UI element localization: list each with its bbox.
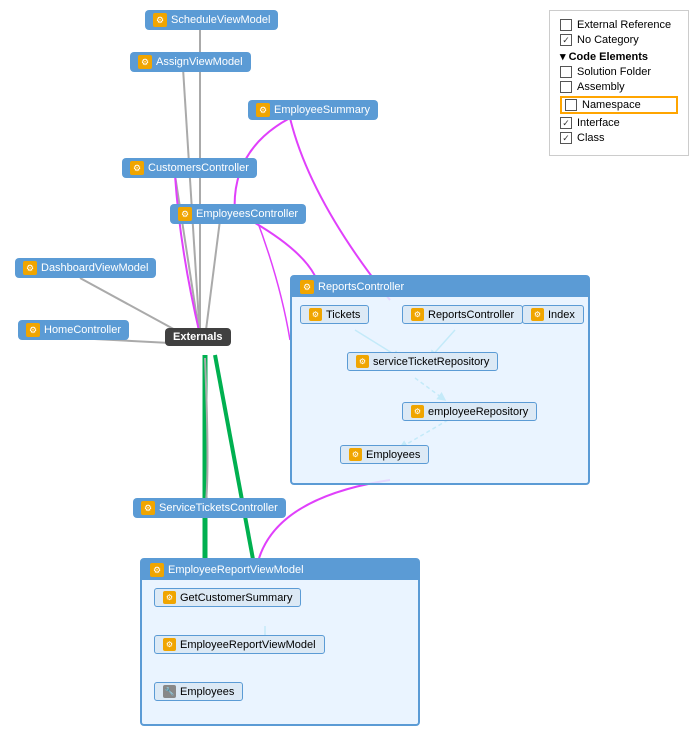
- dashboard-view-model-icon: ⚙: [23, 261, 37, 275]
- legend-no-category: ✓ No Category: [560, 34, 678, 46]
- reports-controller-title-icon: ⚙: [300, 280, 314, 294]
- assembly-label: Assembly: [577, 81, 625, 93]
- class-checkbox[interactable]: ✓: [560, 132, 572, 144]
- assign-view-model-icon: ⚙: [138, 55, 152, 69]
- no-category-checkbox[interactable]: ✓: [560, 34, 572, 46]
- reports-controller-inner-node: ⚙ ReportsController: [402, 305, 523, 324]
- service-ticket-repo-icon: ⚙: [356, 355, 369, 368]
- employee-report-view-model-title: ⚙ EmployeeReportViewModel: [142, 560, 418, 580]
- employees-bottom-node: 🔧 Employees: [154, 682, 243, 701]
- employee-report-view-model-inner-icon: ⚙: [163, 638, 176, 651]
- no-category-label: No Category: [577, 34, 639, 46]
- legend-assembly: Assembly: [560, 81, 678, 93]
- code-elements-title: ▾ Code Elements: [560, 50, 678, 63]
- legend-interface: ✓ Interface: [560, 117, 678, 129]
- employee-report-view-model-title-icon: ⚙: [150, 563, 164, 577]
- externals-node: Externals: [165, 328, 231, 346]
- service-tickets-controller-node: ⚙ ServiceTicketsController: [133, 498, 286, 518]
- reports-controller-content: ⚙ Tickets ⚙ ReportsController ⚙ Index ⚙ …: [292, 297, 588, 477]
- employees-bottom-icon: 🔧: [163, 685, 176, 698]
- legend-external-ref: External Reference: [560, 19, 678, 31]
- index-inner-node: ⚙ Index: [522, 305, 584, 324]
- solution-folder-checkbox[interactable]: [560, 66, 572, 78]
- namespace-label: Namespace: [582, 99, 641, 111]
- legend-namespace: Namespace: [560, 96, 678, 114]
- employees-inner-icon: ⚙: [349, 448, 362, 461]
- class-label: Class: [577, 132, 605, 144]
- employee-report-view-model-inner-node: ⚙ EmployeeReportViewModel: [154, 635, 325, 654]
- employee-repo-icon: ⚙: [411, 405, 424, 418]
- tickets-icon: ⚙: [309, 308, 322, 321]
- customers-controller-node: ⚙ CustomersController: [122, 158, 257, 178]
- legend-panel: External Reference ✓ No Category ▾ Code …: [549, 10, 689, 156]
- reports-controller-title: ⚙ ReportsController: [292, 277, 588, 297]
- external-ref-checkbox[interactable]: [560, 19, 572, 31]
- index-icon: ⚙: [531, 308, 544, 321]
- employees-controller-node: ⚙ EmployeesController: [170, 204, 306, 224]
- employee-summary-node: ⚙ EmployeeSummary: [248, 100, 378, 120]
- service-ticket-repository-node: ⚙ serviceTicketRepository: [347, 352, 498, 371]
- get-customer-summary-icon: ⚙: [163, 591, 176, 604]
- home-controller-node: ⚙ HomeController: [18, 320, 129, 340]
- employee-report-view-model-box: ⚙ EmployeeReportViewModel ⚙ GetCustomerS…: [140, 558, 420, 726]
- legend-solution-folder: Solution Folder: [560, 66, 678, 78]
- employee-report-view-model-content: ⚙ GetCustomerSummary ⚙ EmployeeReportVie…: [142, 580, 418, 718]
- employee-summary-icon: ⚙: [256, 103, 270, 117]
- dashboard-view-model-node: ⚙ DashboardViewModel: [15, 258, 156, 278]
- external-ref-label: External Reference: [577, 19, 671, 31]
- service-tickets-controller-icon: ⚙: [141, 501, 155, 515]
- namespace-checkbox[interactable]: [565, 99, 577, 111]
- employee-repository-node: ⚙ employeeRepository: [402, 402, 537, 421]
- assign-view-model-node: ⚙ AssignViewModel: [130, 52, 251, 72]
- employees-controller-icon: ⚙: [178, 207, 192, 221]
- employees-inner-node: ⚙ Employees: [340, 445, 429, 464]
- tickets-inner-node: ⚙ Tickets: [300, 305, 369, 324]
- home-controller-icon: ⚙: [26, 323, 40, 337]
- get-customer-summary-node: ⚙ GetCustomerSummary: [154, 588, 301, 607]
- schedule-view-model-icon: ⚙: [153, 13, 167, 27]
- interface-checkbox[interactable]: ✓: [560, 117, 572, 129]
- customers-controller-icon: ⚙: [130, 161, 144, 175]
- solution-folder-label: Solution Folder: [577, 66, 651, 78]
- reports-controller-box: ⚙ ReportsController ⚙ Tickets ⚙ ReportsC…: [290, 275, 590, 485]
- assembly-checkbox[interactable]: [560, 81, 572, 93]
- interface-label: Interface: [577, 117, 620, 129]
- schedule-view-model-node: ⚙ ScheduleViewModel: [145, 10, 278, 30]
- legend-class: ✓ Class: [560, 132, 678, 144]
- reports-controller-inner-icon: ⚙: [411, 308, 424, 321]
